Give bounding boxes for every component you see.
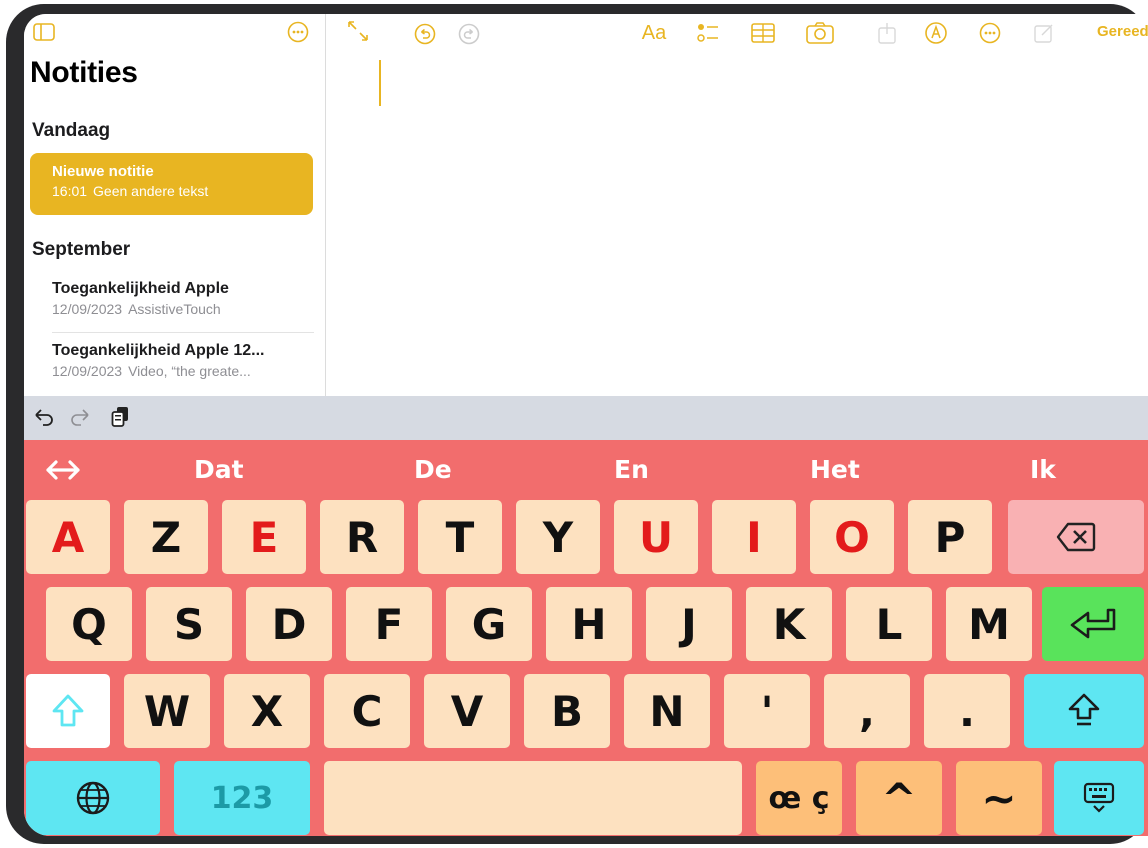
key-k[interactable]: K xyxy=(746,587,832,661)
key-q[interactable]: Q xyxy=(46,587,132,661)
prediction-word[interactable]: Het xyxy=(810,455,860,484)
table-icon[interactable] xyxy=(749,20,777,46)
undo-icon[interactable] xyxy=(413,22,437,46)
redo-icon[interactable] xyxy=(457,22,481,46)
numbers-key[interactable]: 123 xyxy=(174,761,310,835)
prediction-word[interactable]: Ik xyxy=(1030,455,1056,484)
redo-arrow-icon[interactable] xyxy=(68,406,92,430)
shift-left-key[interactable] xyxy=(26,674,110,748)
key-v[interactable]: V xyxy=(424,674,510,748)
caret-key[interactable]: ^ xyxy=(856,761,942,835)
list-divider xyxy=(52,332,314,333)
page-title: Notities xyxy=(30,56,138,89)
note-date: 12/09/2023 xyxy=(52,301,123,317)
key-j[interactable]: J xyxy=(646,587,732,661)
prediction-word[interactable]: En xyxy=(614,455,649,484)
key-b[interactable]: B xyxy=(524,674,610,748)
accents-key[interactable]: œ ç xyxy=(756,761,842,835)
markup-icon[interactable] xyxy=(923,20,949,46)
globe-key[interactable] xyxy=(26,761,160,835)
key-n[interactable]: N xyxy=(624,674,710,748)
key-a[interactable]: A xyxy=(26,500,110,574)
more-options-icon[interactable] xyxy=(286,20,310,44)
shortcut-bar xyxy=(24,396,1148,440)
note-title: Toegankelijkheid Apple 12... xyxy=(52,342,265,359)
shift-icon xyxy=(52,694,84,727)
key-x[interactable]: X xyxy=(224,674,310,748)
swap-arrows-icon[interactable] xyxy=(44,456,82,484)
notes-sidebar: Notities Vandaag Nieuwe notitie 16:01 Gee… xyxy=(24,14,326,396)
custom-keyboard: Dat De En Het Ik A Z E R T Y U I O P Q S… xyxy=(24,440,1148,836)
expand-icon[interactable] xyxy=(345,18,371,44)
undo-arrow-icon[interactable] xyxy=(32,406,56,430)
note-preview: Geen andere tekst xyxy=(93,183,209,199)
note-item[interactable]: Toegankelijkheid Apple 12... 12/09/2023 V… xyxy=(52,342,314,379)
sidebar-toggle-icon[interactable] xyxy=(32,22,56,42)
key-apostrophe[interactable]: ' xyxy=(724,674,810,748)
key-s[interactable]: S xyxy=(146,587,232,661)
format-icon[interactable]: Aa xyxy=(637,20,671,46)
checklist-icon[interactable] xyxy=(695,20,721,46)
backspace-icon xyxy=(1056,522,1096,552)
text-cursor xyxy=(379,60,381,106)
note-subtitle: 12/09/2023 AssistiveTouch xyxy=(52,301,314,317)
globe-icon xyxy=(76,781,110,815)
key-t[interactable]: T xyxy=(418,500,502,574)
paste-icon[interactable] xyxy=(108,405,132,429)
shift-icon xyxy=(1068,693,1100,726)
note-title: Nieuwe notitie xyxy=(52,163,154,180)
key-g[interactable]: G xyxy=(446,587,532,661)
hide-keyboard-key[interactable] xyxy=(1054,761,1144,835)
note-subtitle: 16:01 Geen andere tekst xyxy=(52,183,313,199)
note-date: 12/09/2023 xyxy=(52,363,123,379)
key-i[interactable]: I xyxy=(712,500,796,574)
key-l[interactable]: L xyxy=(846,587,932,661)
note-preview: AssistiveTouch xyxy=(128,301,221,317)
key-comma[interactable]: , xyxy=(824,674,910,748)
note-item[interactable]: Toegankelijkheid Apple 12/09/2023 Assisti… xyxy=(52,280,314,317)
note-item-selected[interactable]: Nieuwe notitie 16:01 Geen andere tekst xyxy=(30,153,313,215)
space-key[interactable] xyxy=(324,761,742,835)
key-m[interactable]: M xyxy=(946,587,1032,661)
key-w[interactable]: W xyxy=(124,674,210,748)
ipad-screen: Notities Vandaag Nieuwe notitie 16:01 Gee… xyxy=(24,14,1148,836)
key-e[interactable]: E xyxy=(222,500,306,574)
key-f[interactable]: F xyxy=(346,587,432,661)
share-icon[interactable] xyxy=(875,20,899,46)
note-preview: Video, “the greate... xyxy=(128,363,251,379)
done-button[interactable]: Gereed xyxy=(1097,23,1148,40)
section-header-september: September xyxy=(32,239,131,260)
backspace-key[interactable] xyxy=(1008,500,1144,574)
note-time: 16:01 xyxy=(52,183,88,199)
key-z[interactable]: Z xyxy=(124,500,208,574)
key-o[interactable]: O xyxy=(810,500,894,574)
section-header-today: Vandaag xyxy=(32,120,111,141)
prediction-word[interactable]: Dat xyxy=(194,455,244,484)
return-key[interactable] xyxy=(1042,587,1144,661)
key-c[interactable]: C xyxy=(324,674,410,748)
camera-icon[interactable] xyxy=(805,20,835,46)
note-editor[interactable]: Aa Gereed xyxy=(327,14,1148,396)
key-y[interactable]: Y xyxy=(516,500,600,574)
keyboard-dismiss-icon xyxy=(1083,782,1115,813)
key-p[interactable]: P xyxy=(908,500,992,574)
compose-icon[interactable] xyxy=(1033,22,1055,44)
return-icon xyxy=(1070,608,1116,639)
shift-right-key[interactable] xyxy=(1024,674,1144,748)
key-u[interactable]: U xyxy=(614,500,698,574)
tilde-key[interactable]: ~ xyxy=(956,761,1042,835)
key-h[interactable]: H xyxy=(546,587,632,661)
key-period[interactable]: . xyxy=(924,674,1010,748)
key-r[interactable]: R xyxy=(320,500,404,574)
note-title: Toegankelijkheid Apple xyxy=(52,280,229,297)
key-d[interactable]: D xyxy=(246,587,332,661)
note-subtitle: 12/09/2023 Video, “the greate... xyxy=(52,363,314,379)
prediction-word[interactable]: De xyxy=(414,455,452,484)
more-icon[interactable] xyxy=(977,20,1003,46)
